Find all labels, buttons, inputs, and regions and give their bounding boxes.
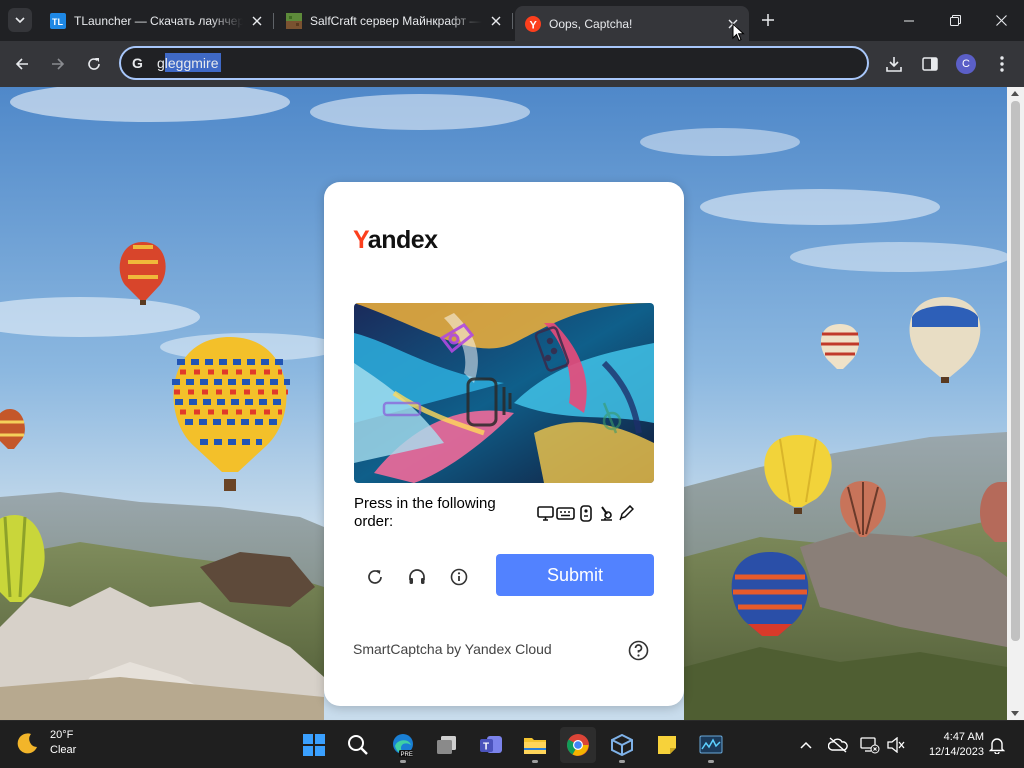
google-icon: G [131, 55, 147, 71]
file-explorer-icon[interactable] [517, 727, 553, 763]
reload-icon [88, 58, 100, 70]
address-bar[interactable]: G gleggmire [119, 46, 869, 80]
mouse-cursor-icon [732, 23, 745, 42]
page-scrollbar[interactable] [1007, 87, 1024, 720]
address-text[interactable]: gleggmire [157, 53, 221, 72]
svg-text:TL: TL [52, 17, 63, 27]
restore-button[interactable] [932, 0, 978, 41]
download-icon [886, 57, 902, 72]
keyboard-icon [556, 504, 575, 522]
close-tab-icon[interactable] [488, 13, 504, 29]
tlauncher-icon: TL [50, 12, 66, 29]
tab-salfcraft[interactable]: SalfCraft сервер Майнкрафт — [276, 6, 513, 35]
speaker-muted-icon[interactable] [884, 733, 908, 757]
tab-title: TLauncher — Скачать лаунчер [74, 13, 243, 28]
tab-oops-captcha[interactable]: Y Oops, Captcha! [515, 6, 749, 41]
tab-strip: TL TLauncher — Скачать лаунчер SalfCraft… [0, 0, 1024, 41]
menu-button[interactable] [987, 49, 1017, 79]
captcha-image[interactable] [354, 303, 654, 483]
refresh-captcha-button[interactable] [361, 563, 389, 591]
scroll-down-arrow-icon[interactable] [1011, 711, 1019, 716]
info-button[interactable] [445, 563, 473, 591]
remote-icon [576, 504, 595, 522]
close-icon [995, 15, 1007, 26]
weather-temperature: 20°F [50, 729, 74, 741]
help-icon [628, 640, 648, 660]
close-window-button[interactable] [978, 0, 1024, 41]
side-panel-icon [922, 57, 938, 71]
task-view-icon[interactable] [429, 727, 465, 763]
chevron-down-icon [15, 17, 25, 23]
svg-text:Y: Y [530, 19, 538, 31]
refresh-icon [368, 570, 382, 584]
windows-start-icon[interactable] [296, 727, 332, 763]
forward-arrow-icon [52, 58, 65, 70]
close-tab-icon[interactable] [249, 13, 265, 29]
captcha-card: Yandex Press in the following order: Sub… [324, 182, 684, 706]
new-tab-button[interactable] [757, 9, 779, 31]
sticky-notes-icon[interactable] [649, 727, 685, 763]
weather-widget[interactable]: 20°F Clear [16, 728, 76, 758]
minimize-button[interactable] [886, 0, 932, 41]
captcha-footer-text: SmartCaptcha by Yandex Cloud [353, 641, 552, 657]
yandex-logo: Yandex [353, 226, 438, 255]
scrollbar-thumb[interactable] [1011, 101, 1020, 641]
chrome-icon[interactable] [560, 727, 596, 763]
captcha-instruction: Press in the following order: [354, 495, 496, 530]
tab-title: SalfCraft сервер Майнкрафт — [310, 13, 482, 28]
microscope-icon [596, 504, 615, 522]
clock-time: 4:47 AM [943, 731, 984, 743]
tab-tlauncher[interactable]: TL TLauncher — Скачать лаунчер [40, 6, 274, 35]
side-panel-button[interactable] [915, 49, 945, 79]
browser-toolbar: G gleggmire C [0, 41, 1024, 87]
audio-captcha-button[interactable] [403, 563, 431, 591]
reload-button[interactable] [79, 49, 109, 79]
edge-pre-icon[interactable]: PRE [385, 727, 421, 763]
notifications-button[interactable] [985, 733, 1009, 757]
bell-icon [989, 738, 1005, 754]
network-disconnected-icon[interactable] [858, 733, 882, 757]
search-icon[interactable] [340, 727, 376, 763]
tab-title: Oops, Captcha! [549, 16, 633, 31]
system-clock[interactable]: 4:47 AM 12/14/2023 [912, 730, 984, 760]
submit-button[interactable]: Submit [496, 554, 654, 596]
address-value: gleggmire [157, 55, 219, 71]
restore-icon [949, 15, 961, 26]
profile-button[interactable]: C [951, 49, 981, 79]
logo-letters: andex [367, 226, 438, 254]
captcha-order-icons [536, 504, 635, 522]
logo-letter-y: Y [353, 226, 368, 254]
minecraft-icon [286, 12, 302, 29]
svg-text:G: G [132, 56, 143, 70]
plus-icon [762, 14, 774, 26]
teams-icon[interactable]: T [473, 727, 509, 763]
chevron-up-icon [800, 741, 812, 749]
svg-text:PRE: PRE [401, 752, 413, 757]
avatar: C [956, 54, 976, 74]
svg-text:T: T [483, 742, 489, 753]
clock-date: 12/14/2023 [928, 746, 984, 758]
moon-icon [17, 733, 37, 754]
info-icon [450, 568, 468, 586]
onedrive-paused-icon[interactable] [826, 733, 850, 757]
downloads-button[interactable] [879, 49, 909, 79]
headphones-icon [409, 569, 425, 584]
scroll-up-arrow-icon[interactable] [1011, 91, 1019, 96]
weather-condition: Clear [50, 744, 77, 756]
yandex-icon: Y [525, 15, 541, 32]
show-hidden-icons-button[interactable] [794, 733, 818, 757]
forward-button[interactable] [43, 49, 73, 79]
pencil-icon [616, 504, 635, 522]
virtualbox-icon[interactable] [604, 727, 640, 763]
help-button[interactable] [627, 639, 649, 661]
page-viewport: Yandex Press in the following order: Sub… [0, 87, 1007, 720]
windows-taskbar: 20°F Clear PRE T 4:47 AM 12/14/2023 [0, 720, 1024, 768]
kebab-menu-icon [1000, 56, 1004, 72]
resource-monitor-icon[interactable] [693, 727, 729, 763]
monitor-icon [536, 504, 555, 522]
back-arrow-icon [15, 58, 28, 70]
tab-search-button[interactable] [8, 8, 32, 32]
minimize-icon [904, 20, 914, 21]
back-button[interactable] [7, 49, 37, 79]
